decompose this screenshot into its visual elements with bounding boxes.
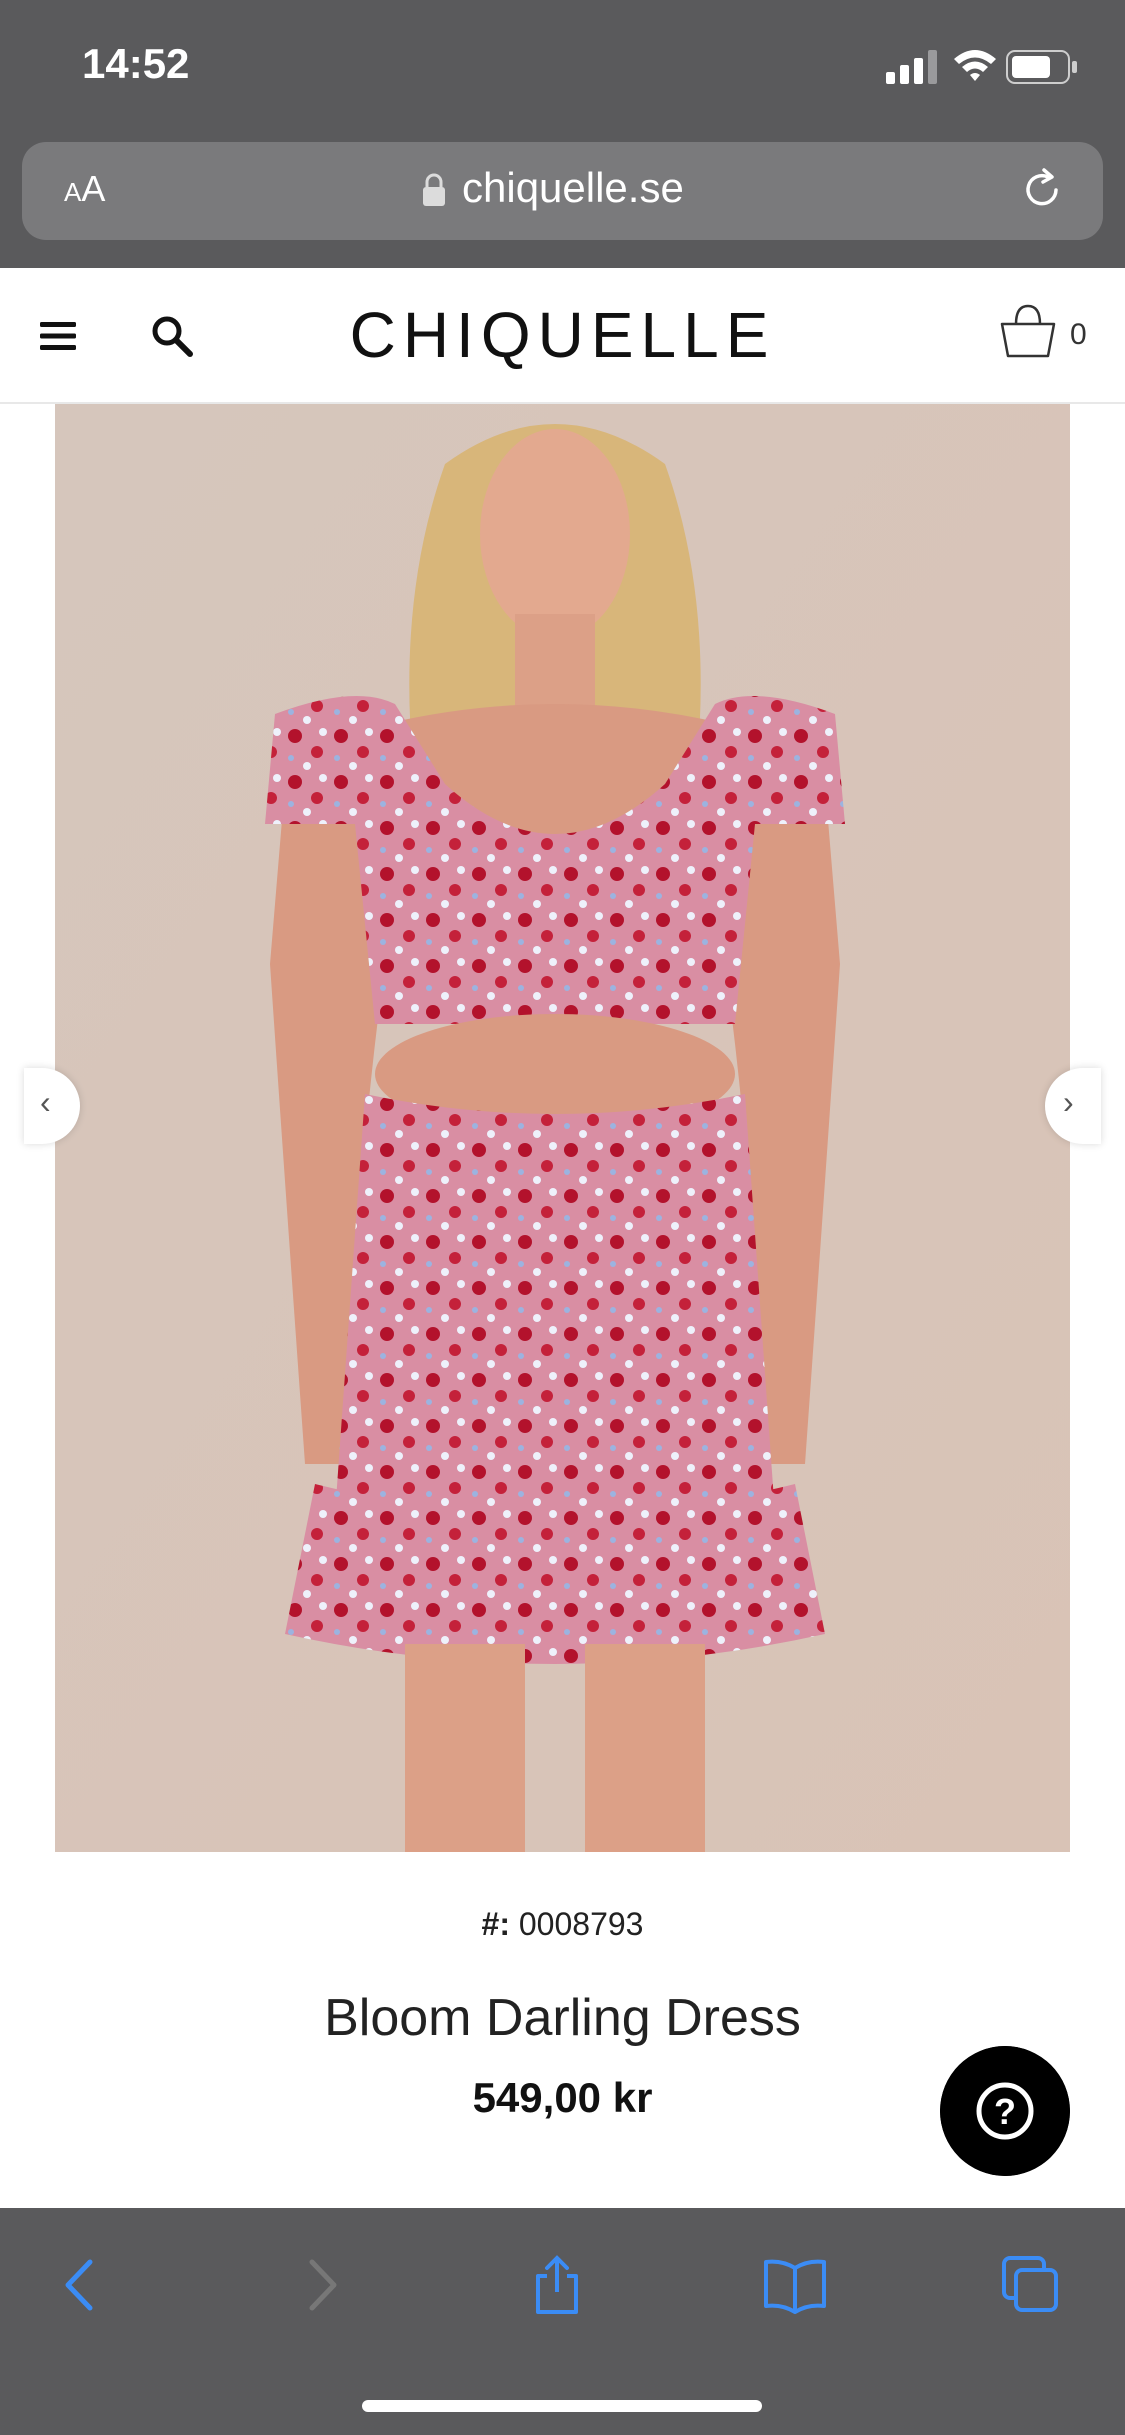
bookmarks-icon[interactable] [762, 2254, 828, 2316]
text-size-button[interactable]: AA [64, 168, 105, 210]
lock-icon [423, 173, 445, 206]
product-title: Bloom Darling Dress [324, 1989, 801, 2047]
forward-icon[interactable] [294, 2254, 348, 2316]
product-image[interactable] [55, 404, 1070, 1852]
wifi-icon [954, 50, 996, 81]
site-logo[interactable]: CHIQUELLE [340, 298, 785, 372]
back-icon[interactable] [54, 2254, 108, 2316]
search-icon[interactable] [150, 314, 194, 358]
share-icon[interactable] [530, 2254, 584, 2316]
signal-icon [886, 50, 937, 84]
help-button[interactable]: ? [940, 2046, 1070, 2176]
url-domain[interactable]: chiquelle.se [462, 164, 684, 212]
menu-icon[interactable] [40, 320, 76, 352]
reload-icon[interactable] [1018, 166, 1066, 214]
status-time: 14:52 [82, 40, 190, 87]
tabs-icon[interactable] [1000, 2254, 1062, 2316]
help-icon: ? [994, 2091, 1016, 2132]
battery-icon [1006, 50, 1077, 84]
cart-count[interactable]: 0 [1070, 318, 1087, 352]
chevron-right-icon: › [1063, 1084, 1074, 1120]
home-indicator [362, 2400, 762, 2412]
product-sku: #: 0008793 [481, 1906, 644, 1942]
chevron-left-icon: ‹ [40, 1084, 51, 1120]
cart-icon[interactable] [998, 302, 1058, 362]
